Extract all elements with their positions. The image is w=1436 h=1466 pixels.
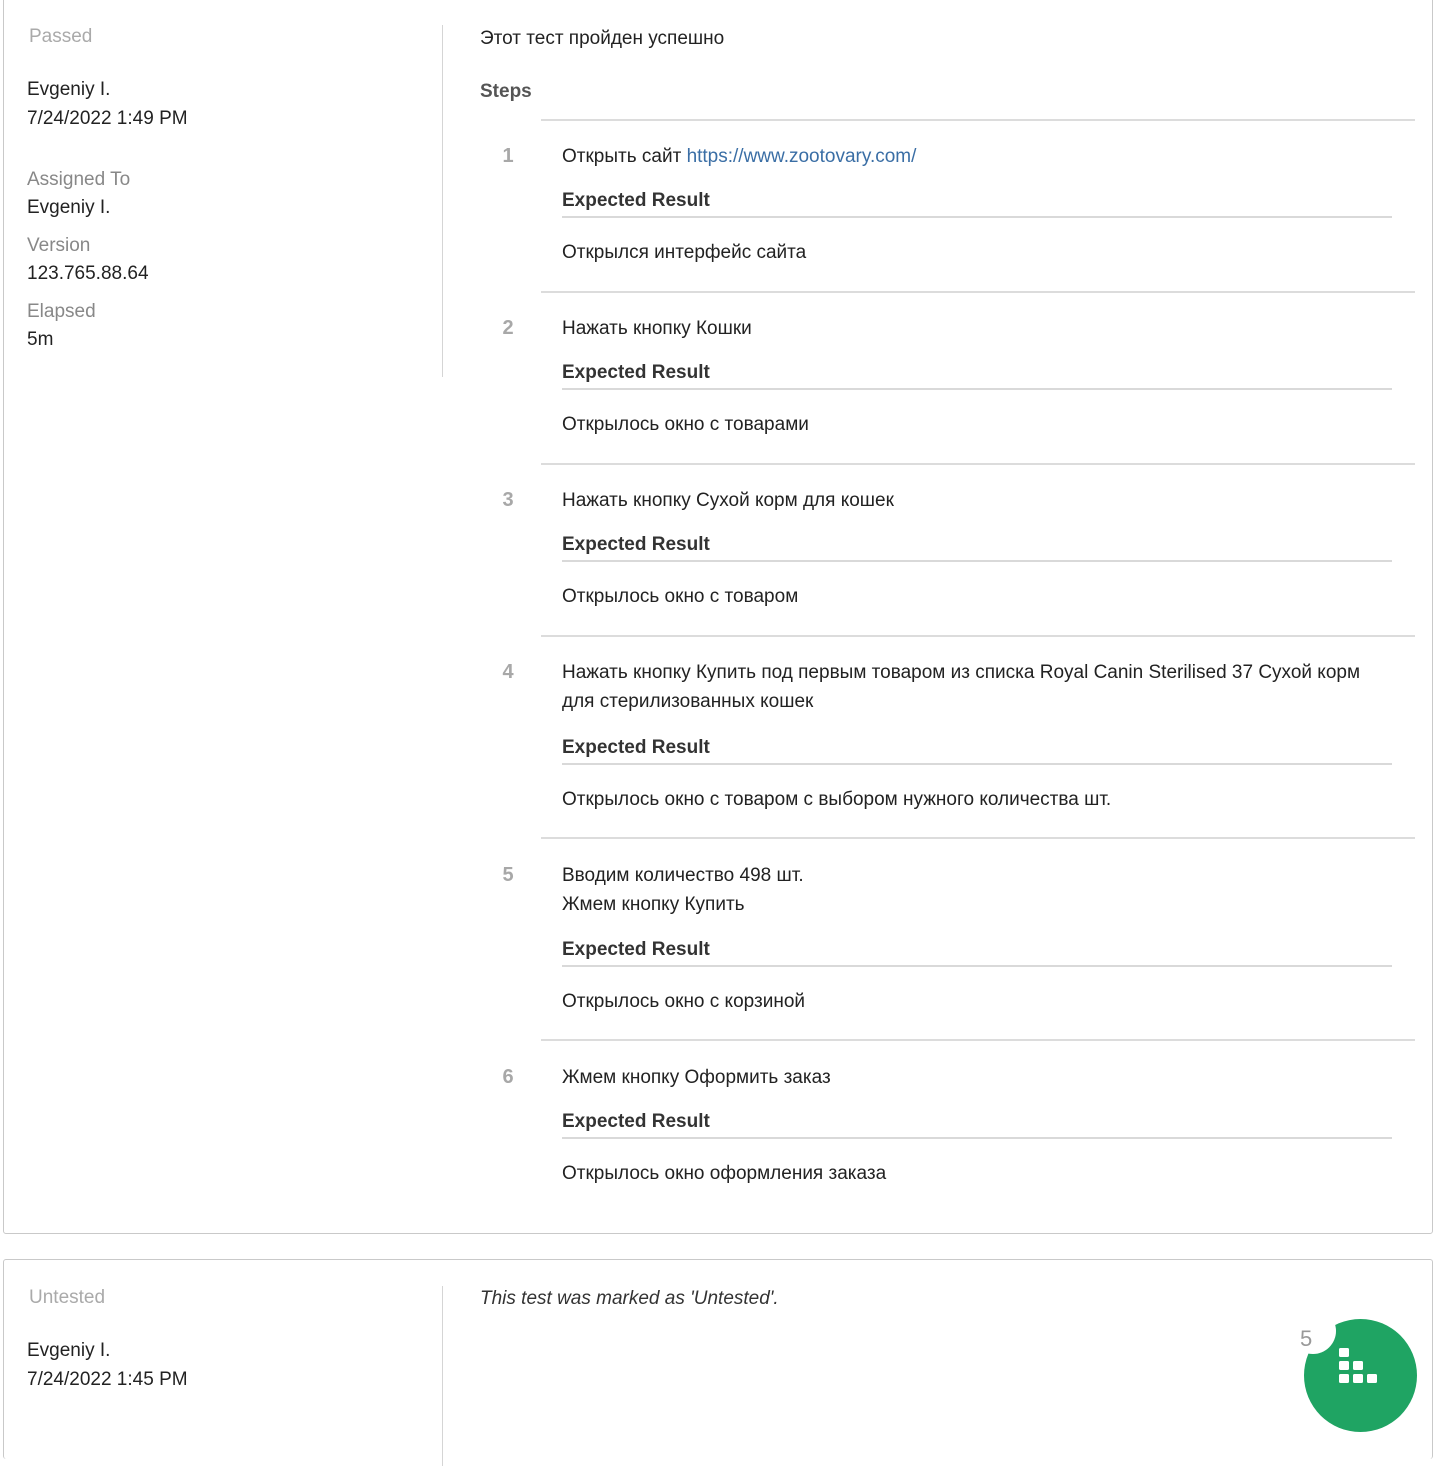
step-separator [541, 463, 1415, 465]
step-description: Жмем кнопку Оформить заказ [562, 1067, 831, 1088]
result-card-untested: Untested Evgeniy I. 7/24/2022 1:45 PM Th… [3, 1259, 1433, 1466]
elapsed-label: Elapsed [27, 301, 96, 322]
grid-dots-icon [1339, 1348, 1389, 1392]
column-divider [442, 25, 443, 377]
step-text-line: Жмем кнопку Купить [562, 894, 745, 915]
expected-result-label: Expected Result [562, 534, 1392, 562]
step-number: 4 [502, 661, 514, 683]
notification-badge: 5 [1300, 1326, 1313, 1351]
step-separator [541, 291, 1415, 293]
step-separator [541, 635, 1415, 637]
expected-result-text: Открылся интерфейс сайта [562, 242, 807, 263]
steps-heading: Steps [480, 81, 532, 102]
expected-result-label: Expected Result [562, 737, 1392, 765]
site-link[interactable]: https://www.zootovary.com/ [687, 146, 917, 167]
column-divider [442, 1286, 443, 1466]
step-description: Открыть сайт https://www.zootovary.com/ [562, 142, 1392, 171]
step-description: Нажать кнопку Купить под первым товаром … [562, 662, 1361, 712]
step-number: 6 [502, 1066, 514, 1088]
step-number: 5 [502, 864, 514, 886]
expected-result-label: Expected Result [562, 1111, 1392, 1139]
step-separator [541, 1039, 1415, 1041]
author-name: Evgeniy I. [27, 1340, 111, 1361]
expected-result-text: Открылось окно оформления заказа [562, 1163, 887, 1184]
step-number: 1 [502, 145, 514, 167]
assigned-to-label: Assigned To [27, 169, 131, 190]
expected-result-label: Expected Result [562, 939, 1392, 967]
step-number: 2 [502, 317, 514, 339]
status-label: Untested [29, 1287, 106, 1308]
result-datetime: 7/24/2022 1:49 PM [27, 108, 188, 129]
expected-result-text: Открылось окно с товарами [562, 414, 809, 435]
version-label: Version [27, 235, 91, 256]
expected-result-label: Expected Result [562, 190, 1392, 218]
assigned-to-value: Evgeniy I. [27, 197, 111, 218]
expected-result-text: Открылось окно с товаром с выбором нужно… [562, 789, 1112, 810]
result-comment: Этот тест пройден успешно [480, 28, 725, 49]
step-description: Вводим количество 498 шт. Жмем кнопку Ку… [562, 861, 1392, 919]
step-text: Открыть сайт [562, 146, 687, 167]
expected-result-text: Открылось окно с товаром [562, 586, 799, 607]
step-separator [541, 119, 1415, 121]
step-separator [541, 837, 1415, 839]
expected-result-text: Открылось окно с корзиной [562, 991, 806, 1012]
result-datetime: 7/24/2022 1:45 PM [27, 1369, 188, 1390]
status-label: Passed [29, 26, 93, 47]
expected-result-label: Expected Result [562, 362, 1392, 390]
elapsed-value: 5m [27, 329, 54, 350]
step-description: Нажать кнопку Кошки [562, 318, 752, 339]
step-number: 3 [502, 489, 514, 511]
result-card-passed: Passed Evgeniy I. 7/24/2022 1:49 PM Assi… [3, 0, 1433, 1234]
result-comment: This test was marked as 'Untested'. [480, 1288, 779, 1309]
author-name: Evgeniy I. [27, 79, 111, 100]
badge-notch [1290, 1308, 1336, 1354]
step-description: Нажать кнопку Сухой корм для кошек [562, 490, 894, 511]
version-value: 123.765.88.64 [27, 263, 149, 284]
step-text-line: Вводим количество 498 шт. [562, 865, 804, 886]
